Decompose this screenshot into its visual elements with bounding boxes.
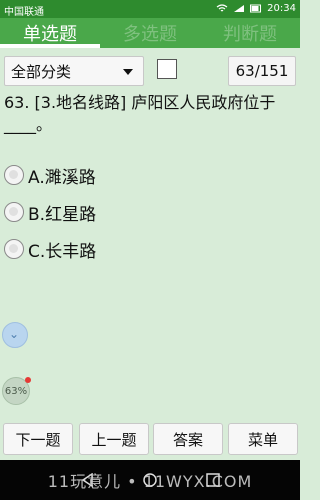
option-a[interactable]: A.濉溪路 [4,162,96,188]
chevron-down-icon: ⌄ [9,327,20,341]
question-type-tabs: 单选题 多选题 判断题 [0,18,300,48]
menu-button[interactable]: 菜单 [228,423,298,455]
progress-counter-button[interactable]: 63/151 [228,56,296,86]
next-question-button[interactable]: 下一题 [3,423,73,455]
option-b[interactable]: B.红星路 [4,199,96,225]
chevron-down-icon [123,69,133,75]
clock-label: 20:34 [267,3,296,14]
scroll-down-button[interactable]: ⌄ [2,322,28,348]
category-select[interactable]: 全部分类 [4,56,144,86]
radio-button[interactable] [4,165,24,185]
watermark-text: 11玩意儿 • 11WYX.COM [47,472,253,491]
wifi-icon [216,4,228,12]
tab-multiple-choice[interactable]: 多选题 [100,18,200,48]
option-label: C.长丰路 [28,241,97,262]
tab-single-choice[interactable]: 单选题 [0,18,100,48]
signal-icon [234,5,245,12]
status-bar: 中国联通 20:34 [0,0,300,18]
option-label: A.濉溪路 [28,167,96,188]
carrier-label: 中国联通 [4,7,44,18]
option-c[interactable]: C.长丰路 [4,236,96,262]
radio-button[interactable] [4,202,24,222]
radio-button[interactable] [4,239,24,259]
favorite-checkbox[interactable] [157,59,177,79]
battery-icon [250,4,262,13]
tab-true-false[interactable]: 判断题 [200,18,300,48]
category-select-value: 全部分类 [11,62,72,81]
status-icons: 20:34 [216,3,296,14]
answer-button[interactable]: 答案 [153,423,223,455]
question-text: 63. [3.地名线路] 庐阳区人民政府位于____。 [4,93,276,134]
option-label: B.红星路 [28,204,97,225]
prev-question-button[interactable]: 上一题 [79,423,149,455]
notification-dot [25,377,31,383]
action-bar: 下一题 上一题 答案 菜单 [0,423,300,457]
